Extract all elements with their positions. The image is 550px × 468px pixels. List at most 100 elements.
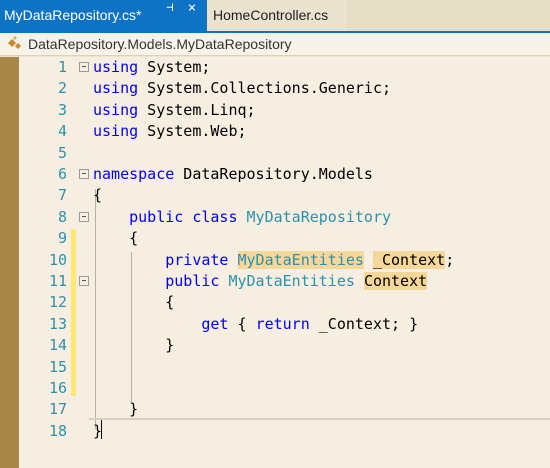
line-number: 3 [57,100,67,119]
code-token: _Context [372,250,446,269]
code-token: { [93,186,103,205]
line-number: 7 [57,186,67,205]
collapse-icon[interactable] [79,276,89,286]
line-number: 8 [57,207,67,226]
code-line[interactable]: 12 { [19,292,550,313]
line-number: 12 [48,293,67,312]
code-token: { [228,314,256,333]
code-line[interactable]: 1 using System; [19,57,550,78]
line-number: 6 [57,165,67,183]
code-token: using [93,79,139,98]
line-number: 14 [48,336,67,355]
code-text: } [93,399,138,420]
code-token: class [192,207,238,226]
line-number: 16 [48,379,67,397]
code-line[interactable]: 13 get { return _Context; } [19,314,550,335]
code-token: return [255,314,310,333]
code-text: { [93,185,102,206]
collapse-icon[interactable] [79,169,89,179]
code-token: Context [363,272,428,290]
code-token: using [93,58,139,76]
line-number: 17 [48,400,67,419]
code-line[interactable]: 3 using System.Linq; [19,100,550,121]
line-number: 18 [48,421,67,440]
tab-label: HomeController.cs [213,7,329,23]
code-text: using System.Web; [93,121,247,142]
line-number: 9 [57,229,67,248]
code-token: MyDataRepository [246,207,392,226]
code-line[interactable]: 17 } [19,399,550,420]
tab-label: MyDataRepository.cs* [4,7,142,23]
selection-margin [0,57,19,468]
code-editor[interactable]: 1 using System; 2 using System.Collections.… [19,57,550,468]
code-text: public class MyDataRepository [93,207,391,228]
line-number: 10 [48,250,67,269]
code-line[interactable]: 9 { [19,228,550,249]
code-token: public [129,207,184,226]
code-line[interactable]: 10 private MyDataEntities _Context; [19,250,550,271]
code-token: _Context; } [309,314,419,333]
collapse-icon[interactable] [79,62,89,72]
line-number: 13 [48,314,67,333]
code-text: } [93,421,102,442]
document-tab-strip: MyDataRepository.cs* ⊣ × HomeController.… [0,0,550,31]
line-number: 4 [57,122,67,141]
code-text: public MyDataEntities Context [93,271,428,292]
code-token: } [93,400,139,419]
code-line[interactable]: 16 [19,378,550,399]
code-token: { [93,229,139,248]
code-token: } [93,336,175,355]
code-text: { [93,228,138,249]
code-token: MyDataEntities [228,272,355,290]
code-text: } [93,335,174,356]
code-line[interactable]: 14 } [19,335,550,356]
navigation-path: DataRepository.Models.MyDataRepository [28,36,292,52]
code-token: private [165,250,229,269]
code-line[interactable]: 2 using System.Collections.Generic; [19,78,550,99]
line-number: 5 [57,143,67,162]
code-token: System.Collections.Generic; [138,79,392,98]
code-line[interactable]: 11 public MyDataEntities Context [19,271,550,292]
tab-homecontroller[interactable]: HomeController.cs [207,0,347,31]
line-number: 11 [48,272,67,290]
code-text: using System.Collections.Generic; [93,78,391,99]
code-line[interactable]: 7{ [19,185,550,206]
code-line[interactable]: 15 [19,357,550,378]
line-number: 2 [57,79,67,98]
code-line[interactable]: 5 [19,143,550,164]
code-text: using System; [93,57,210,78]
code-text: using System.Linq; [93,100,256,121]
collapse-icon[interactable] [79,211,89,222]
code-text: get { return _Context; } [93,314,418,335]
code-line[interactable]: 6 namespace DataRepository.Models [19,164,550,185]
code-text: private MyDataEntities _Context; [93,250,454,271]
line-number: 15 [48,357,67,376]
code-token: get [201,314,229,333]
code-token: DataRepository.Models [174,165,373,183]
line-number: 1 [57,58,67,76]
code-text: { [93,292,174,313]
code-token: } [93,421,103,440]
code-token: ; [445,250,455,269]
navigation-bar[interactable]: DataRepository.Models.MyDataRepository [0,33,550,56]
code-line[interactable]: 18} [19,421,550,442]
code-token: using [93,122,139,141]
code-line[interactable]: 8 public class MyDataRepository [19,207,550,228]
code-token: System; [138,58,211,76]
code-token: { [93,293,175,312]
code-line[interactable]: 4 using System.Web; [19,121,550,142]
code-token: namespace [93,165,175,183]
close-icon[interactable]: × [184,0,200,31]
code-text: namespace DataRepository.Models [93,164,373,185]
code-token: System.Linq; [138,100,256,119]
pin-icon[interactable]: ⊣ [162,0,178,31]
